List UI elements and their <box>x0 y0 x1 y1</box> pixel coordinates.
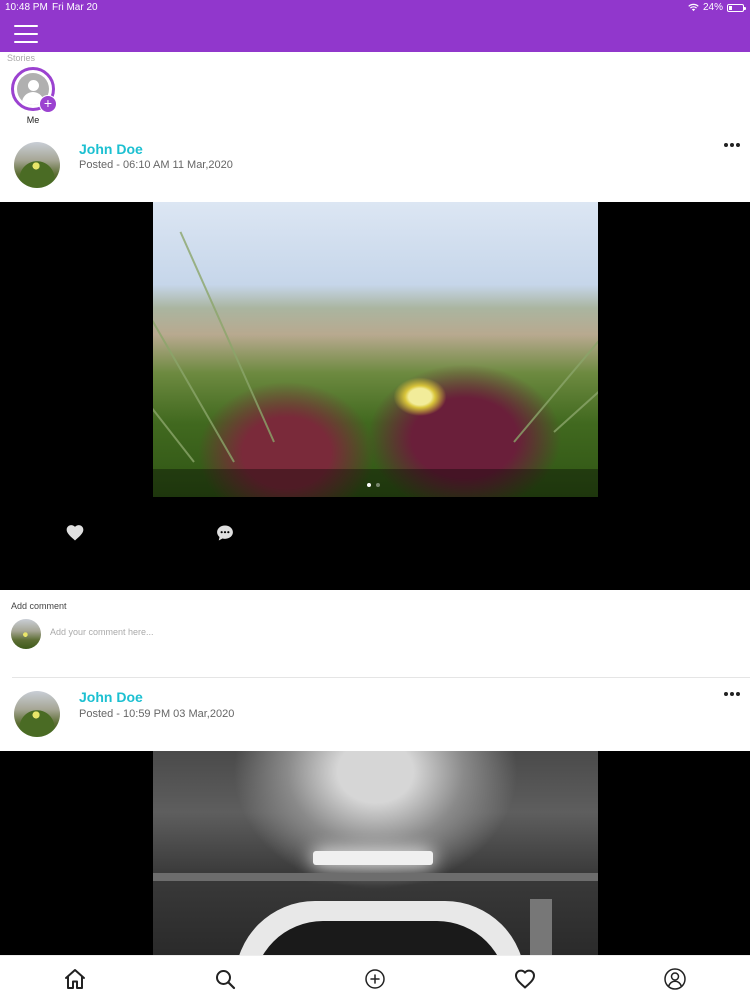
story-name: Me <box>26 115 40 125</box>
post-header: John Doe Posted - 10:59 PM 03 Mar,2020 <box>0 679 750 755</box>
tab-home[interactable] <box>63 967 87 991</box>
garage-beam <box>153 873 598 881</box>
nav-bar <box>0 16 750 52</box>
add-comment-label: Add comment <box>11 601 67 611</box>
story-ring: + <box>11 67 57 113</box>
garage-pillar <box>530 899 552 956</box>
post-timestamp: Posted - 06:10 AM 11 Mar,2020 <box>79 159 233 171</box>
tab-bar <box>0 955 750 1000</box>
home-icon <box>65 969 85 989</box>
post-header: John Doe Posted - 06:10 AM 11 Mar,2020 <box>0 126 750 202</box>
more-options-icon[interactable] <box>724 143 740 149</box>
pager-dots[interactable] <box>367 483 380 487</box>
stories-label: Stories <box>7 53 36 63</box>
comment-bubble-icon[interactable] <box>215 523 235 543</box>
status-date: Fri Mar 20 <box>52 2 98 13</box>
stories-section: Stories + Me <box>0 52 750 126</box>
heart-icon <box>515 969 535 989</box>
tab-search[interactable] <box>213 967 237 991</box>
search-icon <box>216 970 236 990</box>
add-story-icon[interactable]: + <box>39 95 57 113</box>
car-shape <box>235 901 525 956</box>
comment-avatar <box>11 619 41 649</box>
avatar[interactable] <box>14 691 60 737</box>
post-author[interactable]: John Doe <box>79 689 143 705</box>
battery-percent: 24% <box>702 2 723 13</box>
comment-input[interactable] <box>50 624 650 640</box>
post-media <box>0 202 750 590</box>
post-timestamp: Posted - 10:59 PM 03 Mar,2020 <box>79 708 235 720</box>
wifi-icon <box>688 3 699 12</box>
status-right: 24% <box>688 2 746 13</box>
more-options-icon[interactable] <box>724 692 740 698</box>
battery-fill <box>729 5 732 10</box>
garage-light <box>313 851 433 865</box>
tab-add-post[interactable] <box>363 967 387 991</box>
status-time: 10:48 PM <box>5 2 48 13</box>
tab-profile[interactable] <box>663 967 687 991</box>
post-divider <box>12 677 750 678</box>
post-photo[interactable] <box>153 751 598 956</box>
heart-icon[interactable] <box>65 523 85 543</box>
post-media <box>0 751 750 956</box>
battery-icon <box>727 3 746 12</box>
status-bar: 10:48 PM Fri Mar 20 24% <box>0 0 750 16</box>
hamburger-menu-icon[interactable] <box>14 25 38 43</box>
story-item-me[interactable]: + Me <box>11 67 57 125</box>
tab-favorites[interactable] <box>513 967 537 991</box>
profile-icon <box>664 968 686 990</box>
add-circle-icon <box>365 969 385 989</box>
post-author[interactable]: John Doe <box>79 141 143 157</box>
post-photo[interactable] <box>153 202 598 497</box>
avatar[interactable] <box>14 142 60 188</box>
